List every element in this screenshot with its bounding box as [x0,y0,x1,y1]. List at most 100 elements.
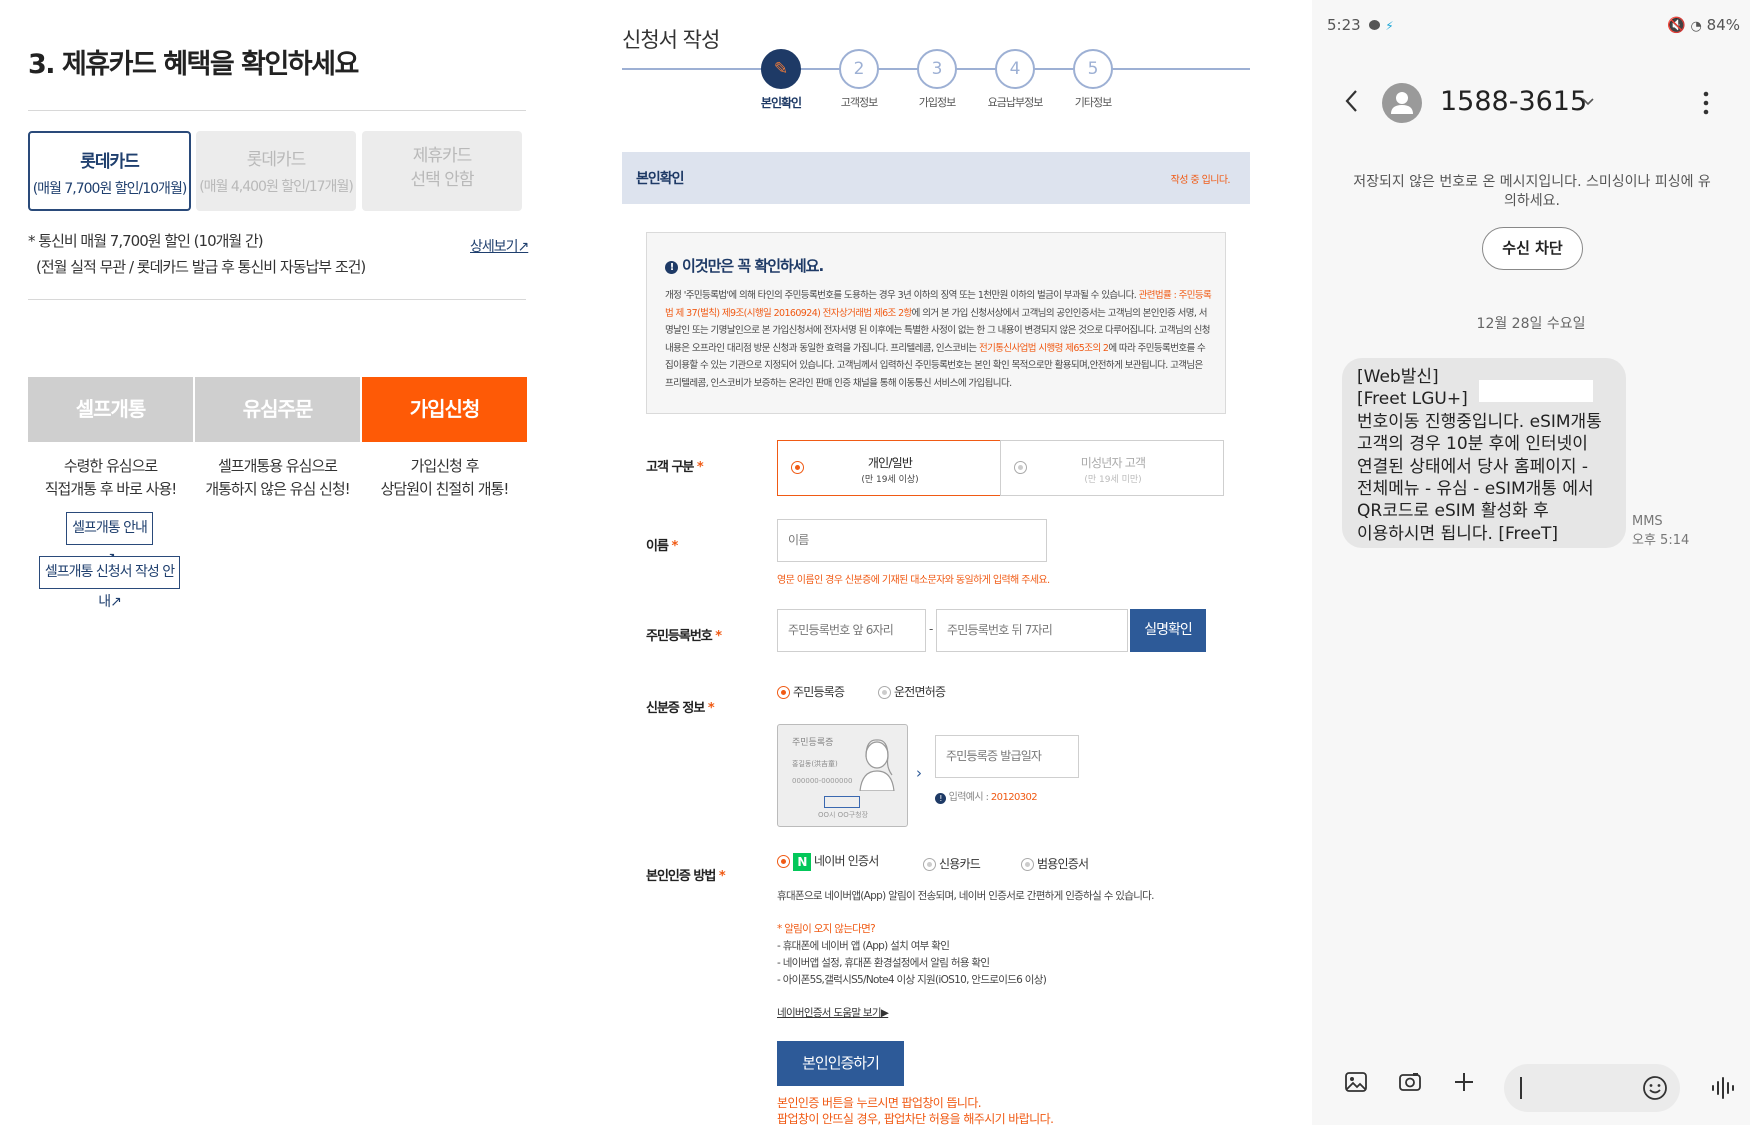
card-option-none[interactable]: 제휴카드 선택 안함 [362,131,522,211]
tab-desc-self: 수령한 유심으로 직접개통 후 바로 사용! [28,455,193,501]
required-mark: * [718,869,726,884]
message-line: 이용하시면 됩니다. [FreeT] [1357,523,1559,544]
message-date: 12월 28일 수요일 [1476,316,1586,332]
section-title: 3. 제휴카드 혜택을 확인하세요 [28,49,359,80]
card-title: 주민등록증 [792,738,834,748]
emoji-icon[interactable] [1642,1075,1668,1101]
tab-usim-order[interactable]: 유심주문 [195,377,360,442]
naver-help-link[interactable]: 네이버인증서 도움말 보기▶ [777,1005,889,1022]
notice-box: ! 이것만은 꼭 확인하세요. 개정 '주민등록법'에 의해 타인의 주민등록번호… [646,232,1226,414]
notice-line: - 아이폰5S,갤럭시S5/Note4 이상 지원(iOS10, 안드로이드6 … [777,974,1047,986]
self-form-guide-button[interactable]: 셀프개통 신청서 작성 안내↗ [39,556,180,610]
issue-example: ! 입력예시 : 20120302 [935,788,1038,804]
tab-self-activation[interactable]: 셀프개통 [28,377,193,442]
option-sub: (만 19세 미만) [1084,475,1142,485]
block-sender-button[interactable]: 수신 차단 [1482,227,1583,270]
gallery-icon[interactable] [1344,1070,1368,1094]
self-guide-button[interactable]: 셀프개통 안내↗ [66,512,153,566]
section-status: 작성 중 입니다. [1170,175,1231,186]
example-value: 20120302 [990,792,1038,803]
radio-selected[interactable] [777,686,790,699]
card-sub: (매월 4,400원 할인/17개월) [199,179,354,195]
issue-date-input[interactable]: 주민등록증 발급일자 [935,735,1079,778]
message-line: 전체메뉴 - 유심 - eSIM개통 에서 [1357,479,1594,500]
naver-logo-icon: N [793,852,812,871]
card-benefit-panel: 3. 제휴카드 혜택을 확인하세요 롯데카드 (매월 7,700원 할인/10개… [0,0,560,1125]
more-options-icon[interactable] [1701,90,1711,116]
plus-icon[interactable] [1452,1070,1476,1094]
phone-messages-screen: 5:23 ⚡ 🔇 ◔ 84% 1588-3615 저장되지 않은 번호로 온 메… [1312,0,1750,1125]
auth-opt-card[interactable]: 신용카드 [923,855,981,872]
camera-icon[interactable] [1398,1070,1422,1094]
chevron-down-icon[interactable] [1580,94,1596,110]
card-sub: (매월 7,700원 할인/10개월) [32,181,188,197]
option-sub: (만 19세 이상) [861,475,919,485]
option-text: 운전면허증 [894,685,946,699]
rrn-dash: - [929,622,934,636]
radio-unselected[interactable] [878,686,891,699]
radio-unselected[interactable] [1021,858,1034,871]
rrn-back-input[interactable]: 주민등록번호 뒤 7자리 [936,609,1128,652]
tab-desc-usim: 셀프개통용 유심으로 개통하지 않은 유심 신청! [195,455,360,501]
status-time: 5:23 [1327,16,1361,34]
form-title: 신청서 작성 [622,28,720,52]
option-text: 범용인증서 [1037,857,1089,871]
text-cursor [1520,1077,1522,1099]
card-option-lotte-17m[interactable]: 롯데카드 (매월 4,400원 할인/17개월) [196,131,356,211]
name-input[interactable]: 이름 [777,519,1047,562]
benefit-line2: (전월 실적 무관 / 롯데카드 발급 후 통신비 자동납부 조건) [36,258,366,276]
customer-type-minor[interactable]: 미성년자 고객 (만 19세 미만) [1000,440,1224,496]
detail-link[interactable]: 상세보기↗ [470,236,529,256]
notice-line: - 네이버앱 설정, 휴대폰 환경설정에서 알림 허용 확인 [777,957,990,969]
customer-type-personal[interactable]: 개인/일반 (만 19세 이상) [777,440,1001,496]
card-sub: 선택 안함 [410,170,475,190]
message-input[interactable] [1504,1064,1680,1112]
radio-unselected[interactable] [923,858,936,871]
section-title: 본인확인 [636,171,685,187]
info-icon: ! [665,261,678,274]
required-mark: * [707,701,715,716]
verify-name-button[interactable]: 실명확인 [1130,609,1206,652]
contact-number[interactable]: 1588-3615 [1440,86,1587,117]
step-4: 4 [995,49,1035,89]
unsaved-number-warning: 저장되지 않은 번호로 온 메시지입니다. 스미싱이나 피싱에 유의하세요. [1353,174,1711,209]
card-option-lotte-10m[interactable]: 롯데카드 (매월 7,700원 할인/10개월) [28,131,191,211]
label-text: 본인인증 방법 [646,869,716,884]
auth-button[interactable]: 본인인증하기 [777,1041,904,1086]
card-name: 제휴카드 [412,146,473,166]
back-icon[interactable] [1340,86,1364,116]
desc-line: 개통하지 않은 유심 신청! [205,480,350,498]
mute-icon: 🔇 [1667,16,1686,34]
tab-join-request[interactable]: 가입신청 [362,377,527,442]
tab-desc-join: 가입신청 후 상담원이 친절히 개통! [362,455,527,501]
label-text: 이름 [646,539,669,554]
wifi-icon: ◔ [1690,19,1702,34]
option-text: 신용카드 [939,857,981,871]
step-1-pencil-icon: ✎ [761,49,801,89]
auth-opt-cert[interactable]: 범용인증서 [1021,855,1089,872]
chat-bubble-icon [1369,20,1381,30]
message-line: 고객의 경우 10분 후에 인터넷이 [1357,434,1588,455]
option-text: 주민등록증 [793,685,845,699]
divider [28,299,526,300]
notice-text: 개정 '주민등록법'에 의해 타인의 주민등록번호를 도용하는 경우 3년 이하… [665,290,1139,301]
benefit-text: * 통신비 매월 7,700원 할인 (10개월 간) (전월 실적 무관 / … [28,228,366,280]
auth-method-label: 본인인증 방법 * [646,865,726,884]
voice-icon[interactable] [1710,1075,1736,1101]
option-title: 개인/일반 [867,456,913,470]
message-type: MMS [1632,514,1663,529]
issue-date-highlight [824,796,860,808]
id-opt-license[interactable]: 운전면허증 [878,683,946,700]
notice-line: - 휴대폰에 네이버 앱 (App) 설치 여부 확인 [777,940,950,952]
card-name: 롯데카드 [246,150,307,170]
rrn-label: 주민등록번호 * [646,625,722,644]
auth-opt-naver[interactable]: N 네이버 인증서 [777,852,879,871]
message-bubble[interactable]: [Web발신] [Freet LGU+] 번호이동 진행중입니다. eSIM개통… [1342,358,1626,548]
id-opt-resident[interactable]: 주민등록증 [777,683,845,700]
avatar[interactable] [1382,83,1422,123]
rrn-front-input[interactable]: 주민등록번호 앞 6자리 [777,609,926,652]
status-bar-left: 5:23 ⚡ [1327,16,1394,34]
message-line: 연결된 상태에서 당사 홈페이지 - [1357,456,1589,477]
radio-selected[interactable] [777,855,790,868]
example-label: 입력예시 : [948,792,991,803]
